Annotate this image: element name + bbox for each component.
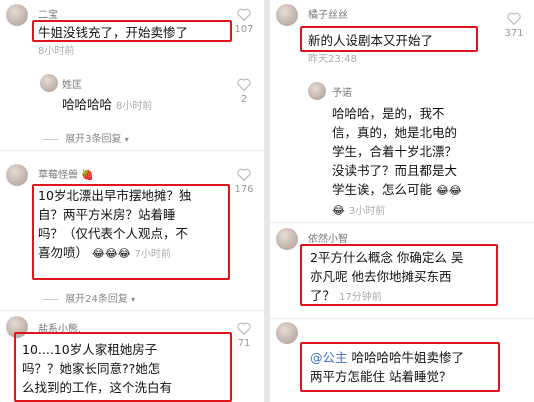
like-count: 176 <box>234 184 254 195</box>
avatar[interactable] <box>276 4 298 26</box>
reply-line: 信，真的，她是北电的 <box>332 125 458 140</box>
like-button[interactable]: 176 <box>230 168 258 195</box>
highlight-box <box>300 244 498 306</box>
avatar[interactable] <box>6 4 28 26</box>
divider <box>0 150 264 151</box>
reply-time: 3小时前 <box>348 206 386 217</box>
reply-text: 哈哈哈，是的，我不 信，真的，她是北电的 学生，合着十岁北漂？ 没读书了？而且都… <box>332 104 492 221</box>
avatar[interactable] <box>40 74 58 92</box>
reply-text: 哈哈哈哈 8小时前 <box>62 96 152 115</box>
laughing-emoji: 😂 <box>332 204 345 217</box>
reply-meta: 😂 3小时前 <box>332 200 492 221</box>
reply-line: 学生，合着十岁北漂？ <box>332 144 458 159</box>
comment-time: 8小时前 <box>38 46 75 57</box>
reply-line-text: 学生诶，怎么可能 <box>332 182 433 197</box>
avatar[interactable] <box>6 164 28 186</box>
like-button[interactable]: 107 <box>230 8 258 35</box>
avatar[interactable] <box>276 322 298 344</box>
heart-icon <box>507 12 521 26</box>
like-button[interactable]: 71 <box>230 322 258 349</box>
divider <box>270 318 534 319</box>
highlight-box <box>32 20 232 42</box>
expand-replies[interactable]: 展开3条回复 ▾ <box>42 130 129 145</box>
like-button[interactable]: 2 <box>230 78 258 105</box>
highlight-box <box>300 342 500 392</box>
like-count: 2 <box>240 94 248 105</box>
divider <box>270 222 534 223</box>
like-button[interactable]: 371 <box>500 12 528 39</box>
username[interactable]: 依然小智 <box>308 230 348 245</box>
expand-replies[interactable]: 展开24条回复 ▾ <box>42 290 135 305</box>
laughing-emoji: 😂😂 <box>436 184 462 197</box>
reply-line: 没读书了？而且都是大 <box>332 163 458 178</box>
like-count: 71 <box>237 338 251 349</box>
like-count: 107 <box>234 24 254 35</box>
reply-text-body: 哈哈哈哈 <box>62 97 113 112</box>
comments-panel-right: 橘子丝丝 新的人设剧本又开始了 昨天23:48 371 予诺 哈哈哈，是的，我不… <box>270 0 534 402</box>
username[interactable]: 二宝 <box>38 6 58 21</box>
username[interactable]: 姓匡 <box>62 76 82 91</box>
username[interactable]: 橘子丝丝 <box>308 6 348 21</box>
divider <box>0 310 264 311</box>
heart-icon <box>237 8 251 22</box>
reply-time: 8小时前 <box>116 101 153 112</box>
username[interactable]: 草莓怪兽 🍓 <box>38 166 94 181</box>
username[interactable]: 予诺 <box>332 84 352 99</box>
highlight-box <box>32 184 230 280</box>
reply-line: 学生诶，怎么可能 😂😂 <box>332 180 492 200</box>
avatar[interactable] <box>276 228 298 250</box>
highlight-box <box>300 26 478 52</box>
reply-line: 哈哈哈，是的，我不 <box>332 106 445 121</box>
chevron-down-icon: ▾ <box>131 295 136 304</box>
expand-replies-label: 展开3条回复 <box>65 134 122 145</box>
avatar[interactable] <box>308 82 326 100</box>
heart-icon <box>237 168 251 182</box>
highlight-box <box>14 332 232 402</box>
heart-icon <box>237 322 251 336</box>
chevron-down-icon: ▾ <box>124 135 129 144</box>
comment-time: 昨天23:48 <box>308 54 357 65</box>
comments-panel-left: 二宝 牛姐没钱充了，开始卖惨了 8小时前 107 姓匡 哈哈哈哈 8小时前 2 … <box>0 0 264 402</box>
username-text: 草莓怪兽 <box>38 170 78 181</box>
expand-replies-label: 展开24条回复 <box>65 294 128 305</box>
heart-icon <box>237 78 251 92</box>
strawberry-icon: 🍓 <box>81 170 94 181</box>
like-count: 371 <box>504 28 524 39</box>
screenshot-collage: 二宝 牛姐没钱充了，开始卖惨了 8小时前 107 姓匡 哈哈哈哈 8小时前 2 … <box>0 0 534 402</box>
